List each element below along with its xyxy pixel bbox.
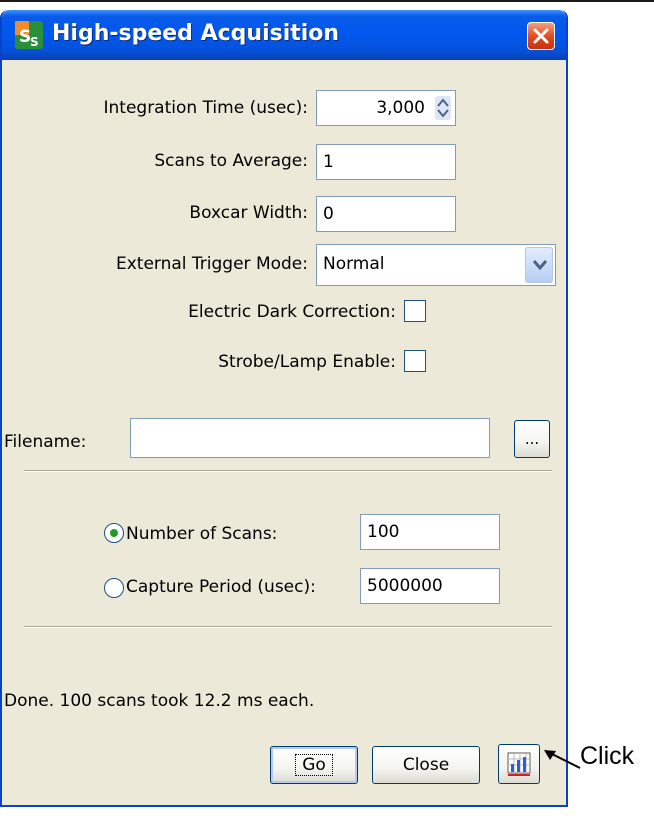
click-annotation: Click bbox=[580, 742, 635, 770]
integration-time-value: 3,000 bbox=[376, 98, 425, 118]
trigger-mode-label: External Trigger Mode: bbox=[115, 254, 308, 274]
close-window-button[interactable] bbox=[527, 22, 555, 50]
filename-label: Filename: bbox=[4, 432, 87, 452]
dropdown-button[interactable] bbox=[525, 247, 553, 283]
window-title: High-speed Acquisition bbox=[52, 21, 340, 46]
capture-period-input[interactable] bbox=[360, 568, 500, 604]
boxcar-width-input[interactable] bbox=[316, 196, 456, 232]
browse-button-label: ... bbox=[524, 430, 540, 448]
go-button[interactable]: Go bbox=[270, 746, 358, 784]
chart-export-button[interactable] bbox=[498, 744, 540, 784]
scans-to-average-label: Scans to Average: bbox=[154, 151, 308, 171]
capture-period-label: Capture Period (usec): bbox=[126, 577, 316, 597]
dialog-window: S S High-speed Acquisition Integration T… bbox=[0, 10, 568, 807]
separator-bottom bbox=[24, 626, 552, 628]
number-of-scans-input[interactable] bbox=[360, 514, 500, 550]
spectrasuite-app-icon: S S bbox=[15, 21, 43, 49]
boxcar-width-label: Boxcar Width: bbox=[189, 203, 308, 223]
close-icon bbox=[533, 28, 549, 44]
strobe-lamp-checkbox[interactable] bbox=[404, 350, 426, 372]
title-bar[interactable]: S S High-speed Acquisition bbox=[2, 10, 566, 60]
number-of-scans-radio[interactable] bbox=[104, 523, 124, 543]
chart-export-icon bbox=[507, 752, 531, 776]
trigger-mode-dropdown[interactable]: Normal bbox=[316, 244, 556, 286]
dark-correction-checkbox[interactable] bbox=[404, 300, 426, 322]
number-of-scans-label: Number of Scans: bbox=[126, 524, 278, 544]
top-border-line bbox=[0, 0, 654, 2]
annotation-arrow-icon bbox=[544, 750, 581, 769]
spinner-arrows-icon[interactable] bbox=[435, 96, 451, 120]
browse-button[interactable]: ... bbox=[514, 420, 550, 458]
close-button-label: Close bbox=[402, 755, 450, 775]
svg-text:S: S bbox=[30, 35, 39, 49]
close-button[interactable]: Close bbox=[372, 746, 480, 784]
integration-time-label: Integration Time (usec): bbox=[103, 98, 308, 118]
separator-top bbox=[24, 470, 552, 472]
chevron-down-icon bbox=[533, 260, 547, 270]
strobe-lamp-label: Strobe/Lamp Enable: bbox=[218, 352, 396, 372]
scans-to-average-input[interactable] bbox=[316, 144, 456, 180]
trigger-mode-value: Normal bbox=[323, 254, 385, 274]
go-button-label: Go bbox=[295, 754, 333, 776]
filename-input[interactable] bbox=[130, 418, 490, 458]
radio-selected-dot bbox=[110, 529, 118, 537]
status-message: Done. 100 scans took 12.2 ms each. bbox=[4, 691, 315, 711]
capture-period-radio[interactable] bbox=[104, 578, 124, 598]
dark-correction-label: Electric Dark Correction: bbox=[188, 302, 396, 322]
integration-time-spinner[interactable]: 3,000 bbox=[316, 90, 456, 126]
